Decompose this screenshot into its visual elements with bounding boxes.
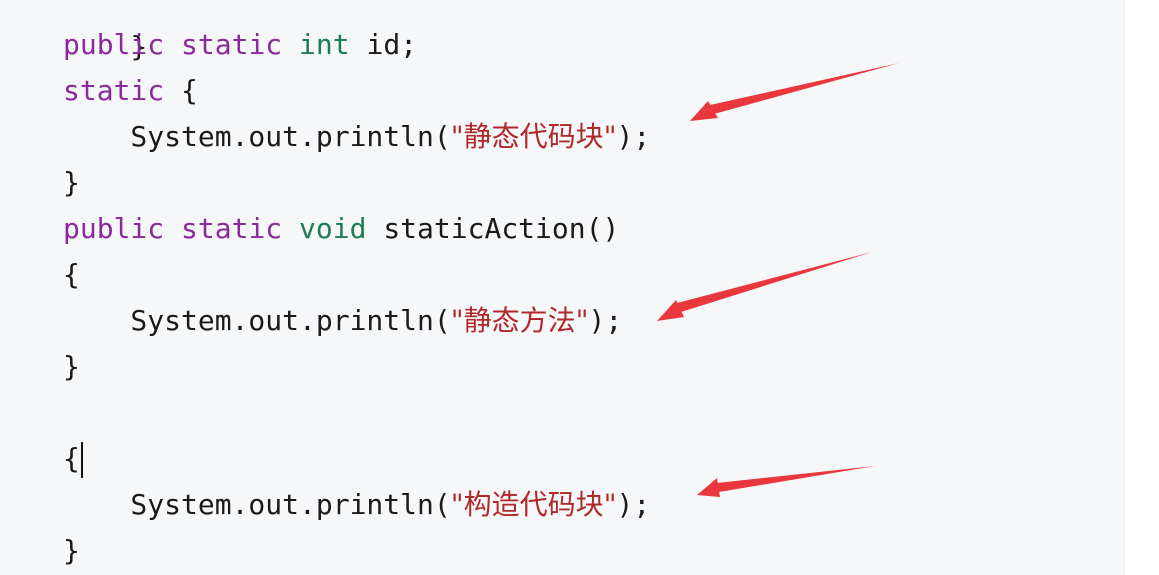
annotation-arrow-3 bbox=[697, 466, 875, 497]
code-editor[interactable]: } public static int id; static { System.… bbox=[0, 0, 1124, 575]
annotation-arrow-2 bbox=[657, 252, 872, 321]
annotation-layer bbox=[657, 63, 899, 497]
annotation-arrow-1 bbox=[690, 63, 899, 121]
scrollbar-track[interactable] bbox=[1124, 0, 1159, 575]
